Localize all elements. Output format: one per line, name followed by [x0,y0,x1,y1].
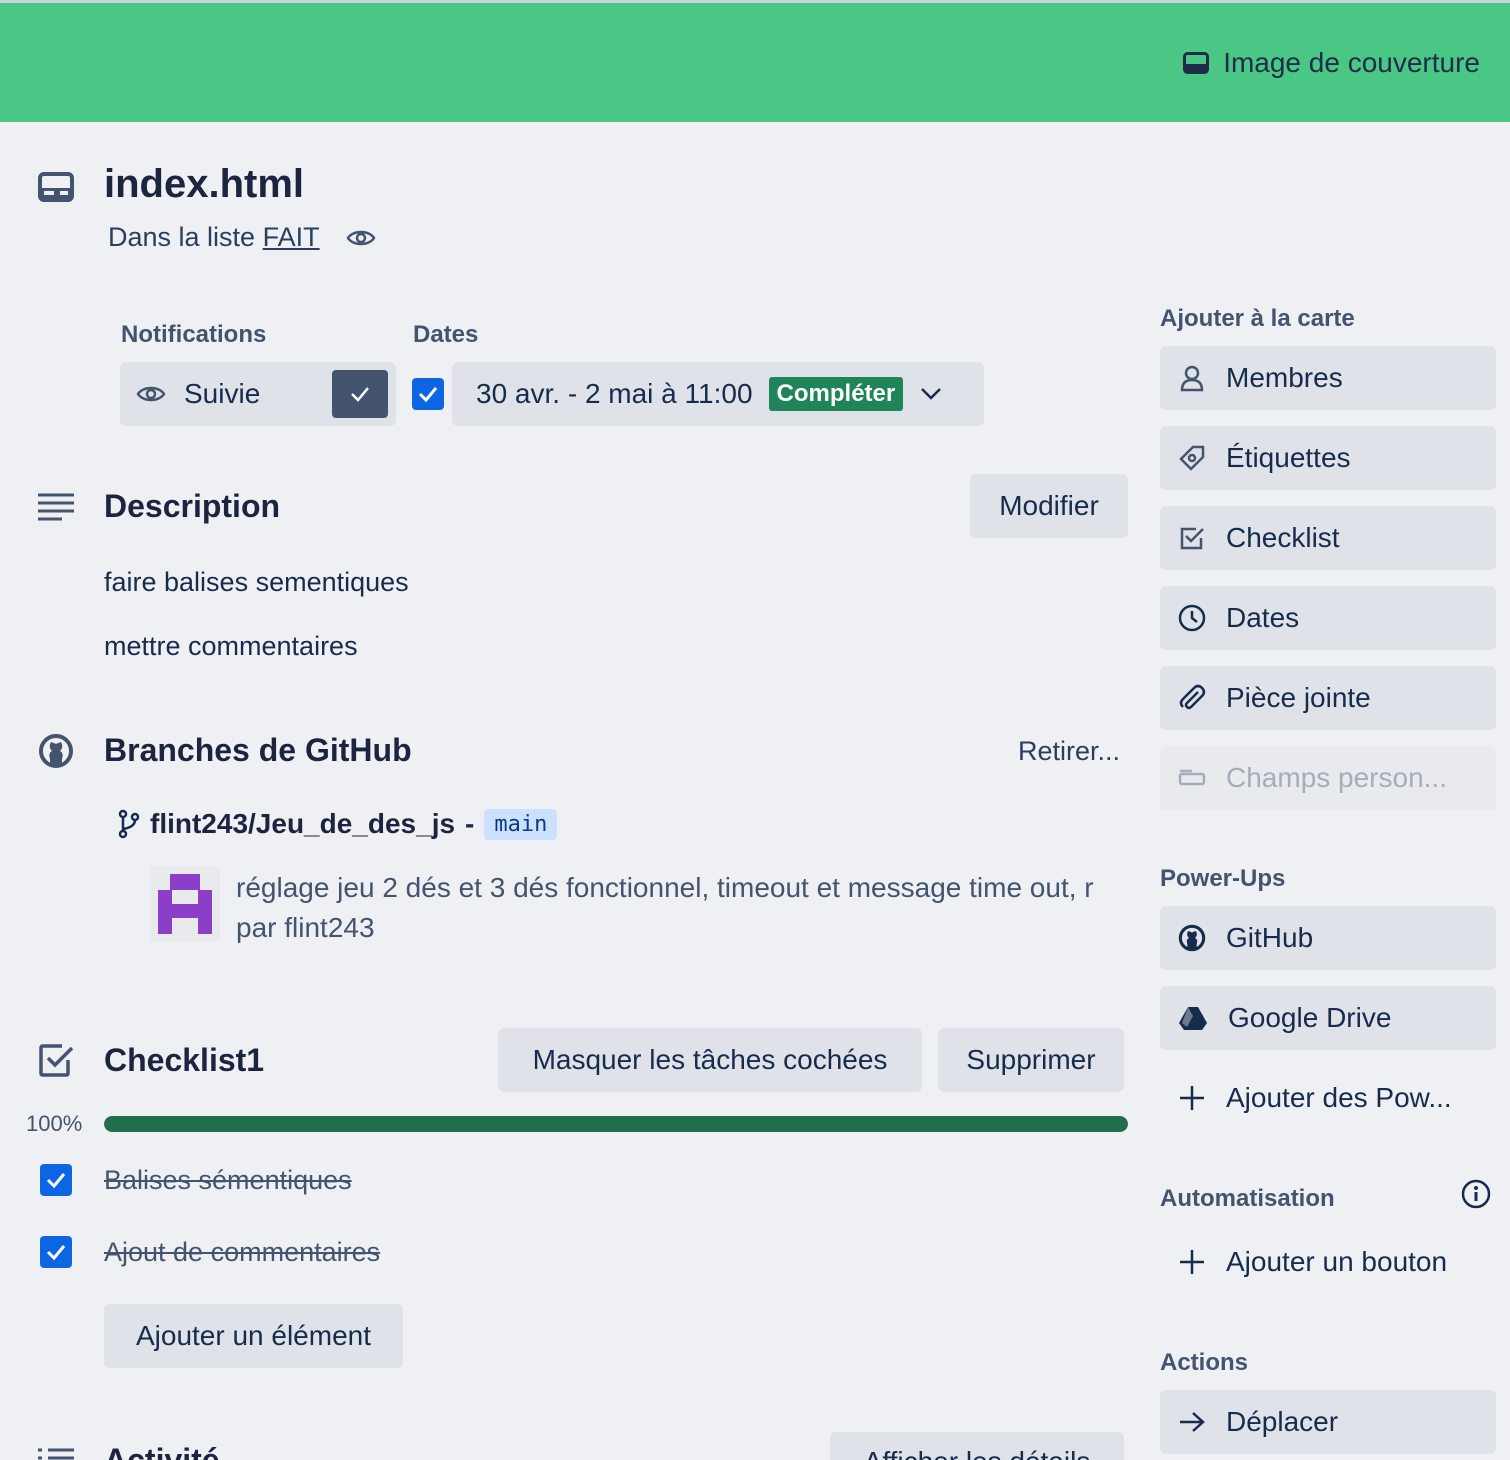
add-button-button[interactable]: Ajouter un bouton [1160,1230,1496,1294]
plus-icon [1178,1248,1206,1276]
members-label: Membres [1226,362,1343,393]
due-date-checkbox[interactable] [412,378,444,410]
clock-icon [1178,604,1206,632]
tag-icon [1178,444,1206,472]
checklist-title[interactable]: Checklist1 [104,1042,264,1079]
card-cover-icon [1183,52,1210,74]
checkbox-icon [1178,524,1206,552]
powerups-label: Power-Ups [1160,865,1286,892]
repo-name[interactable]: flint243/Jeu_de_des_js [150,808,455,840]
card-title[interactable]: index.html [104,162,304,207]
checklist-item-label[interactable]: Ajout de commentaires [104,1237,380,1268]
checklist-item-checkbox[interactable] [40,1164,72,1196]
git-branch-icon [118,809,140,839]
branch-badge[interactable]: main [484,808,558,840]
dates-value: 30 avr. - 2 mai à 11:00 [476,378,753,409]
plus-icon [1178,1084,1206,1112]
repo-separator: - [465,808,475,839]
dates-sidebar-label: Dates [1226,602,1300,633]
commit-author: par flint243 [236,912,375,943]
members-button[interactable]: Membres [1160,346,1496,410]
watch-eye-icon [346,227,376,249]
automation-label: Automatisation [1160,1185,1335,1212]
delete-checklist-button[interactable]: Supprimer [938,1028,1124,1092]
labels-button[interactable]: Étiquettes [1160,426,1496,490]
checklist-item-checkbox[interactable] [40,1236,72,1268]
dates-label: Dates [413,321,479,348]
dates-sidebar-button[interactable]: Dates [1160,586,1496,650]
activity-icon [38,1448,74,1460]
list-prefix: Dans la liste [108,222,256,252]
dates-status-badge: Compléter [768,377,904,411]
edit-description-button[interactable]: Modifier [970,474,1128,538]
description-heading: Description [104,488,281,524]
description-icon [38,492,74,522]
hide-checked-button[interactable]: Masquer les tâches cochées [498,1028,922,1092]
eye-icon [136,383,166,405]
list-link[interactable]: FAIT [263,222,320,252]
card-icon [38,172,74,202]
custom-field-icon [1178,768,1206,788]
checklist-label: Checklist [1226,522,1340,553]
commit-message[interactable]: réglage jeu 2 dés et 3 dés fonctionnel, … [236,872,1128,904]
description-line: faire balises sementiques [104,567,409,597]
attachment-label: Pièce jointe [1226,682,1371,713]
add-checklist-item-button[interactable]: Ajouter un élément [104,1304,403,1368]
checklist-progress-bar [104,1116,1128,1132]
show-details-button[interactable]: Afficher les détails [830,1432,1124,1460]
watch-button[interactable]: Suivie [120,362,396,426]
github-powerup-button[interactable]: GitHub [1160,906,1496,970]
user-icon [1178,364,1206,392]
remove-github-link[interactable]: Retirer... [1018,736,1120,767]
google-drive-powerup-label: Google Drive [1228,1002,1392,1033]
dates-button[interactable]: 30 avr. - 2 mai à 11:00 Compléter [452,362,984,426]
watch-check-icon [332,370,388,418]
checklist-progress-fill [104,1116,1128,1132]
avatar [150,866,220,942]
add-button-label: Ajouter un bouton [1226,1246,1448,1277]
move-button[interactable]: Déplacer [1160,1390,1496,1454]
github-icon [38,733,74,769]
checklist-icon [38,1042,74,1078]
info-icon[interactable] [1460,1178,1492,1210]
card-list-info: Dans la liste FAIT [108,222,376,253]
add-powerups-label: Ajouter des Pow... [1226,1082,1452,1113]
labels-label: Étiquettes [1226,442,1351,473]
cover-image-button[interactable]: Image de couverture [1183,47,1480,79]
github-icon [1178,924,1206,952]
paperclip-icon [1178,684,1206,712]
attachment-button[interactable]: Pièce jointe [1160,666,1496,730]
cover-image-label: Image de couverture [1223,47,1480,78]
google-drive-icon [1178,1005,1208,1031]
move-label: Déplacer [1226,1406,1339,1437]
branch-row[interactable]: flint243/Jeu_de_des_js - main [118,808,558,840]
description-line: mettre commentaires [104,631,358,661]
checklist-item-label[interactable]: Balises sémentiques [104,1165,352,1196]
custom-fields-button[interactable]: Champs person... [1160,746,1496,810]
custom-fields-label: Champs person... [1226,762,1447,793]
add-to-card-label: Ajouter à la carte [1160,305,1355,332]
checklist-button[interactable]: Checklist [1160,506,1496,570]
arrow-right-icon [1178,1410,1206,1434]
cover-banner: Image de couverture [0,0,1510,122]
github-powerup-label: GitHub [1226,922,1314,953]
actions-label: Actions [1160,1349,1249,1376]
add-powerups-button[interactable]: Ajouter des Pow... [1160,1066,1496,1130]
activity-heading: Activité [104,1442,220,1460]
notifications-label: Notifications [121,321,267,348]
watch-label: Suivie [184,378,261,409]
github-heading: Branches de GitHub [104,732,412,768]
google-drive-powerup-button[interactable]: Google Drive [1160,986,1496,1050]
chevron-down-icon [919,386,943,402]
checklist-progress-percent: 100% [26,1111,83,1136]
